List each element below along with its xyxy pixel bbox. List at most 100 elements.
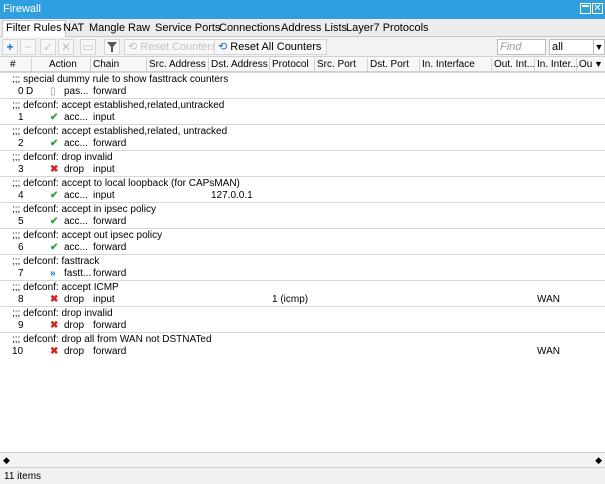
table-row[interactable]: 8 ✖ drop input 1 (icmp) WAN	[0, 293, 605, 306]
comment-row[interactable]: ;;; defconf: accept established,related,…	[0, 98, 605, 111]
rule-chain: forward	[93, 268, 127, 279]
comment-button[interactable]: ▭	[80, 39, 96, 55]
rule-chain: forward	[93, 242, 127, 253]
tab-service-ports[interactable]: Service Ports	[152, 21, 223, 37]
drop-x-icon: ✖	[50, 294, 59, 305]
accept-check-icon: ✔	[50, 242, 59, 253]
remove-button[interactable]: −	[20, 39, 36, 55]
tab-nat[interactable]: NAT	[60, 21, 87, 37]
rule-comment: ;;; defconf: fasttrack	[12, 256, 100, 267]
column-chain[interactable]: Chain	[93, 59, 119, 70]
rule-chain: forward	[93, 320, 127, 331]
comment-row[interactable]: ;;; defconf: accept ICMP	[0, 280, 605, 293]
column-menu-icon[interactable]: ▼	[594, 59, 603, 69]
table-row[interactable]: 3 ✖ drop input	[0, 163, 605, 176]
table-row[interactable]: 1 ✔ acc... input	[0, 111, 605, 124]
accept-check-icon: ✔	[50, 216, 59, 227]
reset-counters-button[interactable]: ⟲ Reset Counters	[124, 39, 223, 55]
column-protocol[interactable]: Protocol	[272, 59, 309, 70]
rule-comment: ;;; defconf: accept out ipsec policy	[12, 230, 163, 241]
scroll-right-icon[interactable]: ◆	[595, 455, 602, 466]
reset-all-counters-button[interactable]: ⟲ Reset All Counters	[214, 39, 328, 55]
minus-icon: −	[24, 40, 32, 54]
rule-number: 5	[18, 216, 24, 227]
column-out-interface[interactable]: Out. Int...	[494, 59, 535, 70]
rule-number: 3	[18, 164, 24, 175]
comment-row[interactable]: ;;; defconf: accept to local loopback (f…	[0, 176, 605, 189]
rule-number: 7	[18, 268, 24, 279]
rule-comment: ;;; defconf: accept established,related,…	[12, 100, 225, 111]
rule-action: drop	[64, 164, 85, 175]
rule-chain: input	[93, 164, 115, 175]
disable-button[interactable]: ✕	[58, 39, 74, 55]
column-in-interface[interactable]: In. Interface	[422, 59, 475, 70]
table-row[interactable]: 0 D ▯ pas... forward	[0, 85, 605, 98]
table-row[interactable]: 4 ✔ acc... input 127.0.0.1	[0, 189, 605, 202]
rule-action: acc...	[64, 112, 88, 123]
check-icon: ✓	[42, 40, 54, 54]
horizontal-scrollbar[interactable]: ◆ ◆	[0, 452, 605, 467]
rule-action: drop	[64, 320, 85, 331]
filter-select[interactable]: all ▼	[549, 39, 605, 55]
rule-number: 9	[18, 320, 24, 331]
rule-in-interface-list: WAN	[537, 346, 560, 357]
tab-layer7-protocols[interactable]: Layer7 Protocols	[343, 21, 432, 37]
column-out-interface-list[interactable]: Ou	[579, 59, 592, 70]
filter-select-value: all	[552, 41, 564, 53]
close-button[interactable]: ✕	[592, 3, 603, 14]
enable-button[interactable]: ✓	[40, 39, 56, 55]
plus-icon: +	[6, 40, 14, 54]
status-bar: 11 items	[0, 467, 605, 484]
passthrough-icon: ▯	[50, 86, 56, 97]
rule-comment: ;;; defconf: accept ICMP	[12, 282, 119, 293]
reset-all-icon: ⟲	[218, 41, 228, 53]
tab-mangle[interactable]: Mangle	[86, 21, 128, 37]
table-row[interactable]: 9 ✖ drop forward	[0, 319, 605, 332]
rule-number: 8	[18, 294, 24, 305]
comment-row[interactable]: ;;; defconf: drop invalid	[0, 150, 605, 163]
comment-row[interactable]: ;;; defconf: accept in ipsec policy	[0, 202, 605, 215]
drop-x-icon: ✖	[50, 346, 59, 357]
column-action[interactable]: Action	[49, 59, 77, 70]
scroll-left-icon[interactable]: ◆	[3, 455, 10, 466]
column-src-address[interactable]: Src. Address	[149, 59, 206, 70]
table-row[interactable]: 10 ✖ drop forward WAN	[0, 345, 605, 358]
add-button[interactable]: +	[2, 39, 18, 55]
table-row[interactable]: 6 ✔ acc... forward	[0, 241, 605, 254]
tab-filter-rules[interactable]: Filter Rules	[2, 20, 66, 38]
reset-all-counters-label: Reset All Counters	[230, 41, 322, 53]
tab-connections[interactable]: Connections	[216, 21, 283, 37]
rule-chain: forward	[93, 216, 127, 227]
reset-icon: ⟲	[128, 41, 138, 53]
comment-row[interactable]: ;;; defconf: fasttrack	[0, 254, 605, 267]
rule-chain: input	[93, 112, 115, 123]
column-in-interface-list[interactable]: In. Inter...	[537, 59, 579, 70]
table-row[interactable]: 7 » fastt... forward	[0, 267, 605, 280]
column-number[interactable]: #	[10, 59, 16, 70]
filter-button[interactable]	[104, 39, 120, 55]
comment-icon: ▭	[82, 40, 94, 54]
comment-row[interactable]: ;;; defconf: accept established,related,…	[0, 124, 605, 137]
rule-in-interface-list: WAN	[537, 294, 560, 305]
accept-check-icon: ✔	[50, 138, 59, 149]
comment-row[interactable]: ;;; defconf: drop all from WAN not DSTNA…	[0, 332, 605, 345]
tab-address-lists[interactable]: Address Lists	[278, 21, 350, 37]
table-row[interactable]: 5 ✔ acc... forward	[0, 215, 605, 228]
table-header: # Action Chain Src. Address Dst. Address…	[0, 57, 605, 72]
toolbar: + − ✓ ✕ ▭ ⟲ Reset Counters ⟲ Reset All C…	[0, 37, 605, 57]
column-dst-port[interactable]: Dst. Port	[370, 59, 409, 70]
comment-row[interactable]: ;;; defconf: accept out ipsec policy	[0, 228, 605, 241]
rule-comment: ;;; defconf: accept to local loopback (f…	[12, 178, 240, 189]
drop-x-icon: ✖	[50, 164, 59, 175]
maximize-button[interactable]	[580, 3, 591, 14]
comment-row[interactable]: ;;; special dummy rule to show fasttrack…	[0, 72, 605, 85]
table-row[interactable]: 2 ✔ acc... forward	[0, 137, 605, 150]
rule-chain: input	[93, 294, 115, 305]
column-src-port[interactable]: Src. Port	[317, 59, 356, 70]
find-input[interactable]: Find	[497, 39, 546, 55]
window-titlebar: Firewall ✕	[0, 0, 605, 19]
comment-row[interactable]: ;;; defconf: drop invalid	[0, 306, 605, 319]
column-dst-address[interactable]: Dst. Address	[211, 59, 268, 70]
rule-action: acc...	[64, 138, 88, 149]
tab-raw[interactable]: Raw	[125, 21, 153, 37]
